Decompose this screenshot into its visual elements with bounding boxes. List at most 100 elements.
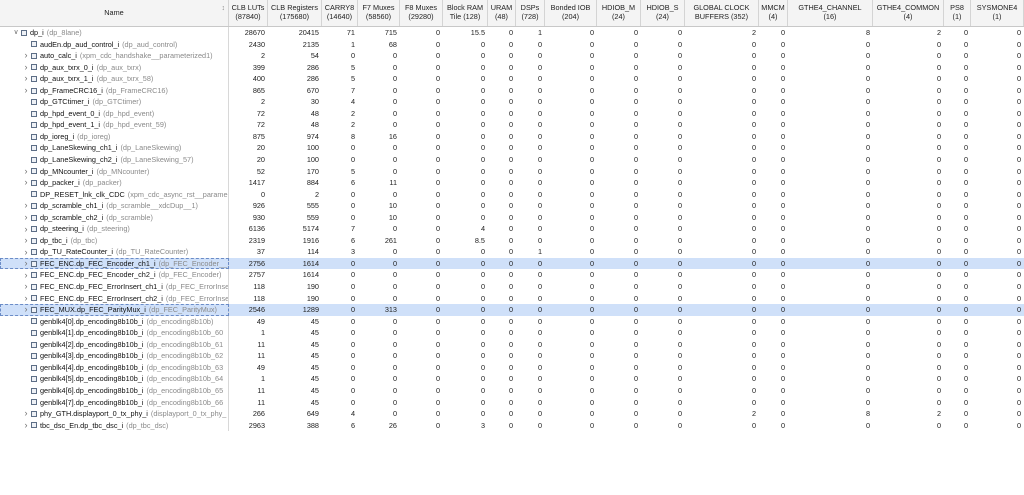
- table-row[interactable]: genblk4[5].dp_encoding8b10b_i (dp_encodin…: [0, 373, 1024, 385]
- chevron-right-icon[interactable]: ›: [22, 50, 30, 61]
- table-row[interactable]: › FEC_ENC.dp_FEC_ErrorInsert_ch2_i (dp_FEC…: [0, 292, 1024, 305]
- name-cell[interactable]: genblk4[2].dp_encoding8b10b_i (dp_encodin…: [0, 338, 229, 351]
- chevron-right-icon[interactable]: ›: [22, 212, 30, 223]
- chevron-right-icon[interactable]: ›: [22, 235, 30, 246]
- table-row[interactable]: genblk4[6].dp_encoding8b10b_i (dp_encodin…: [0, 384, 1024, 397]
- table-row[interactable]: › dp_tbc_i (dp_tbc) 2319 1916 6 261 0 8.5 0 0 0 0 0 0 0…: [0, 234, 1024, 247]
- name-cell[interactable]: › FEC_ENC.dp_FEC_ErrorInsert_ch2_i (dp_FEC…: [0, 292, 229, 305]
- name-cell[interactable]: › dp_scramble_ch1_i (dp_scramble__xdcDup__…: [0, 200, 229, 212]
- table-row[interactable]: dp_GTCtimer_i (dp_GTCtimer) 2 30 4 0 0 0 0 0 0 0 0 0 0…: [0, 96, 1024, 108]
- chevron-right-icon[interactable]: ›: [22, 304, 30, 315]
- name-cell[interactable]: genblk4[6].dp_encoding8b10b_i (dp_encodin…: [0, 384, 229, 397]
- table-row[interactable]: genblk4[3].dp_encoding8b10b_i (dp_encodin…: [0, 350, 1024, 362]
- column-header-bonded-iob[interactable]: Bonded IOB (204): [545, 0, 597, 26]
- name-cell[interactable]: › dp_FrameCRC16_i (dp_FrameCRC16): [0, 84, 229, 97]
- name-cell[interactable]: genblk4[7].dp_encoding8b10b_i (dp_encodin…: [0, 396, 229, 409]
- chevron-right-icon[interactable]: ›: [22, 224, 30, 235]
- table-row[interactable]: genblk4[7].dp_encoding8b10b_i (dp_encodin…: [0, 396, 1024, 409]
- table-row[interactable]: › dp_TU_RateCounter_i (dp_TU_RateCounter) 3…: [0, 246, 1024, 258]
- chevron-right-icon[interactable]: ›: [22, 408, 30, 419]
- chevron-right-icon[interactable]: ›: [22, 166, 30, 177]
- name-cell[interactable]: › dp_MNcounter_i (dp_MNcounter): [0, 165, 229, 178]
- column-header-block-ram[interactable]: Block RAM Tile (128): [443, 0, 488, 26]
- table-row[interactable]: DP_RESET_lnk_clk_CDC (xpm_cdc_async_rst__…: [0, 188, 1024, 201]
- chevron-right-icon[interactable]: ›: [22, 270, 30, 281]
- name-cell[interactable]: genblk4[5].dp_encoding8b10b_i (dp_encodin…: [0, 373, 229, 385]
- chevron-right-icon[interactable]: ›: [22, 85, 30, 96]
- table-row[interactable]: › dp_scramble_ch2_i (dp_scramble) 930 559 0 10…: [0, 211, 1024, 224]
- table-row[interactable]: › dp_aux_txrx_1_i (dp_aux_txrx_58) 400 286 5 0…: [0, 73, 1024, 85]
- name-cell[interactable]: › dp_aux_txrx_1_i (dp_aux_txrx_58): [0, 73, 229, 85]
- name-cell[interactable]: › dp_packer_i (dp_packer): [0, 177, 229, 189]
- name-cell[interactable]: audEn.dp_aud_control_i (dp_aud_control): [0, 38, 229, 51]
- table-row[interactable]: genblk4[2].dp_encoding8b10b_i (dp_encodin…: [0, 338, 1024, 351]
- table-row[interactable]: › FEC_ENC.dp_FEC_Encoder_ch1_i (dp_FEC_Enc…: [0, 257, 1024, 270]
- table-row[interactable]: dp_LaneSkewing_ch2_i (dp_LaneSkewing_57) 2…: [0, 154, 1024, 166]
- column-header-mmcm[interactable]: MMCM (4): [759, 0, 788, 26]
- name-cell[interactable]: genblk4[3].dp_encoding8b10b_i (dp_encodin…: [0, 350, 229, 362]
- column-header-ps8[interactable]: PS8 (1): [944, 0, 971, 26]
- chevron-right-icon[interactable]: ›: [22, 420, 30, 431]
- table-row[interactable]: dp_LaneSkewing_ch1_i (dp_LaneSkewing) 20 10…: [0, 142, 1024, 155]
- name-cell[interactable]: › FEC_ENC.dp_FEC_Encoder_ch2_i (dp_FEC_Enc…: [0, 269, 229, 282]
- name-cell[interactable]: dp_LaneSkewing_ch1_i (dp_LaneSkewing): [0, 142, 229, 155]
- column-header-dsps[interactable]: DSPs (728): [516, 0, 545, 26]
- column-header-clb-registers[interactable]: CLB Registers (175680): [268, 0, 322, 26]
- column-header-sysmone4[interactable]: SYSMONE4 (1): [971, 0, 1024, 26]
- name-cell[interactable]: DP_RESET_lnk_clk_CDC (xpm_cdc_async_rst__…: [0, 188, 229, 201]
- column-header-hdiob-m[interactable]: HDIOB_M (24): [597, 0, 641, 26]
- name-cell[interactable]: › FEC_ENC.dp_FEC_Encoder_ch1_i (dp_FEC_Enc…: [0, 257, 229, 270]
- table-row[interactable]: › FEC_MUX.dp_FEC_ParityMux_i (dp_FEC_Parit…: [0, 304, 1024, 316]
- name-cell[interactable]: ∨ dp_i (dp_8lane): [0, 27, 229, 39]
- table-row[interactable]: genblk4[4].dp_encoding8b10b_i (dp_encodin…: [0, 361, 1024, 374]
- chevron-down-icon[interactable]: ∨: [12, 27, 20, 38]
- chevron-right-icon[interactable]: ›: [22, 73, 30, 84]
- table-row[interactable]: audEn.dp_aud_control_i (dp_aud_control) 24…: [0, 38, 1024, 51]
- table-row[interactable]: dp_ioreg_i (dp_ioreg) 875 974 8 16 0 0 0 0 0 0 0 0 0 0 0…: [0, 130, 1024, 143]
- chevron-right-icon[interactable]: ›: [22, 247, 30, 258]
- column-header-name[interactable]: Name ↕: [0, 0, 229, 26]
- name-cell[interactable]: › FEC_ENC.dp_FEC_ErrorInsert_ch1_i (dp_FEC…: [0, 281, 229, 293]
- table-row[interactable]: › dp_scramble_ch1_i (dp_scramble__xdcDup__…: [0, 200, 1024, 212]
- column-header-f7-muxes[interactable]: F7 Muxes (58560): [358, 0, 400, 26]
- name-cell[interactable]: › dp_tbc_i (dp_tbc): [0, 234, 229, 247]
- table-row[interactable]: › dp_aux_txrx_0_i (dp_aux_txrx) 399 286 5 0 0 0 0…: [0, 61, 1024, 74]
- table-row[interactable]: dp_hpd_event_1_i (dp_hpd_event_59) 72 48 2 0 0…: [0, 119, 1024, 131]
- table-row[interactable]: › tbc_dsc_En.dp_tbc_dsc_i (dp_tbc_dsc) 2963…: [0, 419, 1024, 432]
- table-row[interactable]: › FEC_ENC.dp_FEC_Encoder_ch2_i (dp_FEC_Enc…: [0, 269, 1024, 282]
- name-cell[interactable]: › auto_calc_i (xpm_cdc_handshake__paramete…: [0, 50, 229, 62]
- name-cell[interactable]: genblk4[0].dp_encoding8b10b_i (dp_encodin…: [0, 315, 229, 328]
- table-row[interactable]: › FEC_ENC.dp_FEC_ErrorInsert_ch1_i (dp_FEC…: [0, 281, 1024, 293]
- name-cell[interactable]: dp_hpd_event_1_i (dp_hpd_event_59): [0, 119, 229, 131]
- name-cell[interactable]: › dp_aux_txrx_0_i (dp_aux_txrx): [0, 61, 229, 74]
- table-row[interactable]: genblk4[1].dp_encoding8b10b_i (dp_encodin…: [0, 327, 1024, 339]
- column-header-gthe4-channel[interactable]: GTHE4_CHANNEL (16): [788, 0, 873, 26]
- table-row[interactable]: › auto_calc_i (xpm_cdc_handshake__paramete…: [0, 50, 1024, 62]
- chevron-right-icon[interactable]: ›: [22, 200, 30, 211]
- name-cell[interactable]: › dp_steering_i (dp_steering): [0, 223, 229, 235]
- column-header-global-clock[interactable]: GLOBAL CLOCK BUFFERS (352): [685, 0, 759, 26]
- column-header-gthe4-common[interactable]: GTHE4_COMMON (4): [873, 0, 944, 26]
- name-cell[interactable]: dp_hpd_event_0_i (dp_hpd_event): [0, 107, 229, 120]
- column-header-f8-muxes[interactable]: F8 Muxes (29280): [400, 0, 443, 26]
- table-row[interactable]: › dp_steering_i (dp_steering) 6136 5174 7 0 0 4 0…: [0, 223, 1024, 235]
- name-cell[interactable]: dp_GTCtimer_i (dp_GTCtimer): [0, 96, 229, 108]
- name-cell[interactable]: › FEC_MUX.dp_FEC_ParityMux_i (dp_FEC_Parit…: [0, 304, 229, 316]
- table-row[interactable]: dp_hpd_event_0_i (dp_hpd_event) 72 48 2 0 0 0 0 0…: [0, 107, 1024, 120]
- name-cell[interactable]: › dp_TU_RateCounter_i (dp_TU_RateCounter): [0, 246, 229, 258]
- table-row[interactable]: ∨ dp_i (dp_8lane) 28670 20415 71 715 0 15.5 0 1 0 0 0…: [0, 27, 1024, 39]
- chevron-right-icon[interactable]: ›: [22, 177, 30, 188]
- name-cell[interactable]: genblk4[1].dp_encoding8b10b_i (dp_encodin…: [0, 327, 229, 339]
- table-row[interactable]: › dp_MNcounter_i (dp_MNcounter) 52 170 5 0 0 0 0 0…: [0, 165, 1024, 178]
- chevron-right-icon[interactable]: ›: [22, 293, 30, 304]
- column-header-uram[interactable]: URAM (48): [488, 0, 516, 26]
- table-row[interactable]: › dp_FrameCRC16_i (dp_FrameCRC16) 865 670 7 0 0…: [0, 84, 1024, 97]
- chevron-right-icon[interactable]: ›: [22, 281, 30, 292]
- name-cell[interactable]: genblk4[4].dp_encoding8b10b_i (dp_encodin…: [0, 361, 229, 374]
- column-header-hdiob-s[interactable]: HDIOB_S (24): [641, 0, 685, 26]
- name-cell[interactable]: › tbc_dsc_En.dp_tbc_dsc_i (dp_tbc_dsc): [0, 419, 229, 432]
- chevron-right-icon[interactable]: ›: [22, 62, 30, 73]
- chevron-right-icon[interactable]: ›: [22, 258, 30, 269]
- table-row[interactable]: › dp_packer_i (dp_packer) 1417 884 6 11 0 0 0 0 0 0 0…: [0, 177, 1024, 189]
- sort-icon[interactable]: ↕: [222, 5, 226, 14]
